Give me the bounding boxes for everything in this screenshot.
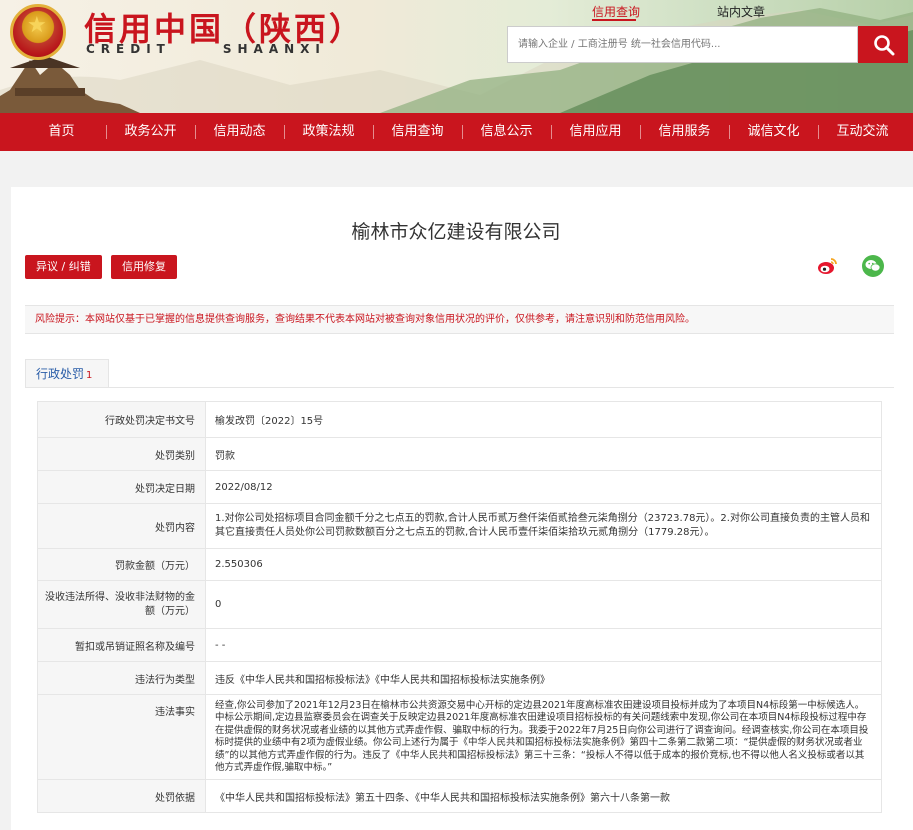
nav-integrity-culture[interactable]: 诚信文化 bbox=[729, 113, 818, 151]
field-label: 罚款金额（万元） bbox=[37, 548, 206, 581]
national-emblem-icon: ★ bbox=[10, 4, 66, 60]
objection-button[interactable]: 异议 / 纠错 bbox=[25, 255, 102, 279]
field-label: 违法行为类型 bbox=[37, 661, 206, 695]
search-box bbox=[507, 26, 858, 63]
table-row: 罚款金额（万元） 2.550306 bbox=[37, 548, 882, 581]
field-value: - - bbox=[205, 628, 882, 662]
tab-label: 行政处罚 bbox=[36, 367, 85, 381]
field-label: 处罚决定日期 bbox=[37, 470, 206, 504]
search-button[interactable] bbox=[858, 26, 908, 63]
site-header: ★ 信用中国（陕西） CREDIT SHAANXI 信用查询 站内文章 bbox=[0, 0, 913, 113]
tab-administrative-penalty[interactable]: 行政处罚 1 bbox=[25, 359, 109, 387]
tab-count-badge: 1 bbox=[86, 370, 93, 381]
table-row: 违法事实 经查,你公司参加了2021年12月23日在榆林市公共资源交易中心开标的定… bbox=[37, 694, 882, 780]
risk-notice: 风险提示：本网站仅基于已掌握的信息提供查询服务，查询结果不代表本网站对被查询对象… bbox=[25, 305, 894, 334]
table-row: 处罚类别 罚款 bbox=[37, 437, 882, 471]
nav-credit-query[interactable]: 信用查询 bbox=[373, 113, 462, 151]
nav-interaction[interactable]: 互动交流 bbox=[818, 113, 907, 151]
tab-divider bbox=[25, 387, 894, 388]
nav-home[interactable]: 首页 bbox=[17, 113, 106, 151]
table-row: 行政处罚决定书文号 榆发改罚〔2022〕15号 bbox=[37, 401, 882, 438]
site-logo-subtitle: CREDIT SHAANXI bbox=[86, 42, 326, 56]
table-row: 处罚决定日期 2022/08/12 bbox=[37, 470, 882, 504]
table-row: 没收违法所得、没收非法财物的金额（万元） 0 bbox=[37, 580, 882, 629]
nav-credit-service[interactable]: 信用服务 bbox=[640, 113, 729, 151]
table-row: 违法行为类型 违反《中华人民共和国招标投标法》《中华人民共和国招标投标法实施条例》 bbox=[37, 661, 882, 695]
field-label: 违法事实 bbox=[37, 694, 206, 780]
field-value: 罚款 bbox=[205, 437, 882, 471]
top-link-site-articles[interactable]: 站内文章 bbox=[717, 3, 765, 20]
nav-public-info[interactable]: 信息公示 bbox=[462, 113, 551, 151]
field-label: 没收违法所得、没收非法财物的金额（万元） bbox=[37, 580, 206, 629]
field-value: 2.550306 bbox=[205, 548, 882, 581]
field-label: 处罚内容 bbox=[37, 503, 206, 549]
table-row: 暂扣或吊销证照名称及编号 - - bbox=[37, 628, 882, 662]
nav-government-affairs[interactable]: 政务公开 bbox=[106, 113, 195, 151]
table-row: 处罚依据 《中华人民共和国招标投标法》第五十四条、《中华人民共和国招标投标法实施条… bbox=[37, 779, 882, 813]
field-label: 处罚依据 bbox=[37, 779, 206, 813]
field-label: 暂扣或吊销证照名称及编号 bbox=[37, 628, 206, 662]
field-label: 处罚类别 bbox=[37, 437, 206, 471]
credit-repair-button[interactable]: 信用修复 bbox=[111, 255, 177, 279]
weibo-icon[interactable] bbox=[816, 255, 838, 277]
nav-credit-news[interactable]: 信用动态 bbox=[195, 113, 284, 151]
top-link-credit-query[interactable]: 信用查询 bbox=[592, 3, 640, 20]
company-detail-panel: 榆林市众亿建设有限公司 异议 / 纠错 信用修复 风险提示：本网站仅基于已掌握的… bbox=[11, 187, 913, 830]
search-icon bbox=[874, 35, 895, 56]
field-value: 1.对你公司处招标项目合同金额千分之七点五的罚款,合计人民币贰万叁仟柒佰贰拾叁元… bbox=[205, 503, 882, 549]
field-value: 违反《中华人民共和国招标投标法》《中华人民共和国招标投标法实施条例》 bbox=[205, 661, 882, 695]
penalty-table: 行政处罚决定书文号 榆发改罚〔2022〕15号 处罚类别 罚款 处罚决定日期 2022… bbox=[37, 401, 882, 813]
company-name: 榆林市众亿建设有限公司 bbox=[351, 221, 561, 243]
wechat-icon[interactable] bbox=[862, 255, 884, 277]
nav-policies[interactable]: 政策法规 bbox=[284, 113, 373, 151]
field-value: 2022/08/12 bbox=[205, 470, 882, 504]
field-label: 行政处罚决定书文号 bbox=[37, 401, 206, 438]
field-value: 经查,你公司参加了2021年12月23日在榆林市公共资源交易中心开标的定边县20… bbox=[205, 694, 882, 780]
field-value: 榆发改罚〔2022〕15号 bbox=[205, 401, 882, 438]
nav-credit-application[interactable]: 信用应用 bbox=[551, 113, 640, 151]
field-value: 0 bbox=[205, 580, 882, 629]
active-link-underline bbox=[592, 19, 636, 21]
field-value: 《中华人民共和国招标投标法》第五十四条、《中华人民共和国招标投标法实施条例》第六… bbox=[205, 779, 882, 813]
main-navigation: 首页 政务公开 信用动态 政策法规 信用查询 信息公示 信用应用 信用服务 诚信… bbox=[0, 113, 913, 151]
search-input[interactable] bbox=[508, 27, 857, 62]
table-row: 处罚内容 1.对你公司处招标项目合同金额千分之七点五的罚款,合计人民币贰万叁仟柒佰… bbox=[37, 503, 882, 549]
